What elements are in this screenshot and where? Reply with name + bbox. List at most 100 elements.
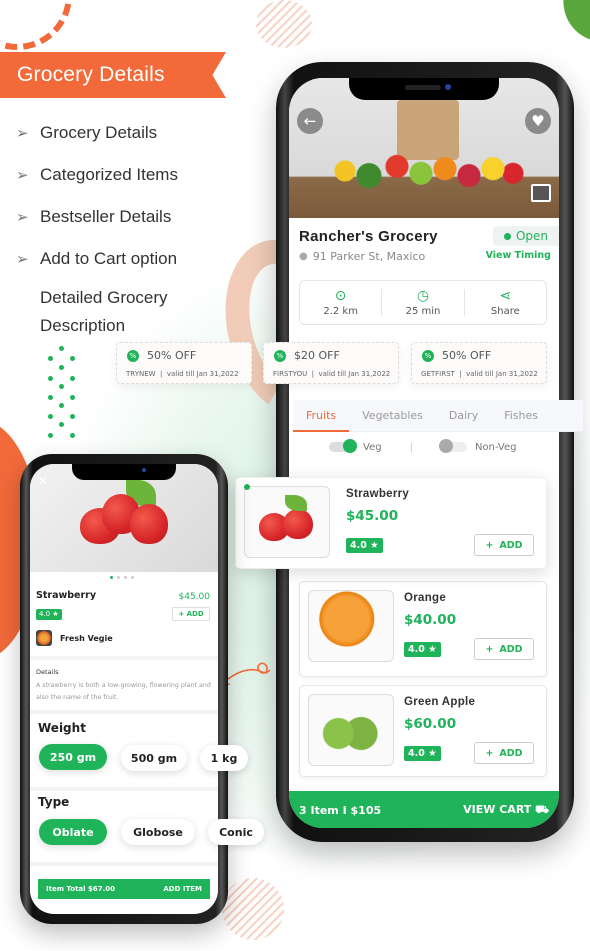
- gallery-icon[interactable]: [531, 184, 551, 202]
- view-timing-link[interactable]: View Timing: [486, 250, 551, 261]
- category-tabs: Fruits Vegetables Dairy Fishes: [293, 400, 583, 432]
- add-button[interactable]: + ADD: [474, 742, 534, 764]
- coupon-card[interactable]: % 50% OFF GETFIRST | valid till Jan 31,2…: [411, 342, 547, 384]
- cart-icon: ⛟: [535, 802, 549, 816]
- feature-list: ➢ Grocery Details ➢ Categorized Items ➢ Bes…: [16, 112, 178, 340]
- status-badge: Open: [493, 226, 559, 246]
- star-icon: ★: [52, 610, 59, 618]
- coupon-terms: TRYNEW | valid till Jan 31,2022: [126, 370, 239, 378]
- star-icon: ★: [428, 748, 437, 759]
- heart-icon: ♥: [531, 112, 545, 130]
- location-pin-icon: ⊙: [334, 287, 347, 304]
- view-cart-bar[interactable]: 3 Item I $105 VIEW CART ⛟: [289, 791, 559, 828]
- non-veg-toggle[interactable]: [438, 439, 467, 453]
- product-price: $45.00: [178, 592, 211, 602]
- strawberry-image: [244, 486, 330, 558]
- product-card[interactable]: Orange $40.00 4.0 ★ + ADD: [299, 581, 547, 677]
- product-card-highlighted[interactable]: Strawberry $45.00 4.0 ★ + ADD: [235, 477, 547, 569]
- arrow-icon: ➢: [16, 167, 29, 184]
- camera-icon: [445, 84, 451, 90]
- location-pin-icon: ●: [299, 251, 308, 262]
- feature-label: Add to Cart option: [40, 249, 178, 268]
- weight-option-1kg[interactable]: 1 kg: [200, 745, 248, 771]
- coupon-title: 50% OFF: [147, 349, 197, 362]
- weight-heading: Weight: [38, 721, 86, 735]
- feature-item: Detailed Grocery: [16, 284, 178, 312]
- product-price: $60.00: [404, 716, 457, 732]
- weight-option-250gm[interactable]: 250 gm: [39, 744, 107, 770]
- feature-item: Description: [16, 312, 178, 340]
- back-button[interactable]: ←: [297, 108, 323, 134]
- status-dot-icon: [503, 232, 511, 240]
- orange-image: [308, 590, 394, 662]
- phone-notch: [72, 464, 176, 480]
- store-address: ● 91 Parker St, Maxico: [299, 250, 425, 263]
- decorative-striped-circle: [256, 0, 312, 48]
- coupon-terms: FIRSTYOU | valid till Jan 31,2022: [273, 370, 391, 378]
- stat-time: ◷ 25 min: [382, 287, 465, 317]
- store-stats: ⊙ 2.2 km ◷ 25 min ⋖ Share: [299, 280, 547, 325]
- carousel-dots: [110, 576, 134, 579]
- veg-toggle[interactable]: [329, 439, 357, 453]
- add-item-bar[interactable]: Item Total $67.00 ADD ITEM: [38, 879, 210, 899]
- type-option-oblate[interactable]: Oblate: [39, 819, 107, 845]
- weight-option-500gm[interactable]: 500 gm: [121, 745, 187, 771]
- item-total: Item Total $67.00: [46, 885, 116, 893]
- product-name: Strawberry: [36, 590, 97, 601]
- clock-icon: ◷: [416, 287, 430, 304]
- type-option-globose[interactable]: Globose: [121, 819, 195, 845]
- camera-icon: [142, 468, 146, 472]
- add-button[interactable]: + ADD: [474, 534, 534, 556]
- phone-notch: [349, 78, 499, 100]
- rating-badge: 4.0 ★: [346, 538, 383, 553]
- tab-fishes[interactable]: Fishes: [491, 400, 551, 432]
- discount-badge-icon: %: [274, 350, 286, 362]
- decorative-dots: [48, 346, 78, 446]
- details-heading: Details: [36, 668, 59, 676]
- plus-icon: +: [485, 747, 494, 759]
- tab-fruits[interactable]: Fruits: [293, 400, 350, 432]
- coupon-title: $20 OFF: [294, 349, 340, 362]
- fruits-image: [325, 148, 525, 194]
- view-cart-button[interactable]: VIEW CART ⛟: [463, 803, 549, 818]
- seller-thumbnail: [36, 630, 52, 646]
- decorative-dashed-ring: [0, 0, 72, 50]
- feature-item: ➢ Categorized Items: [16, 154, 178, 196]
- product-card[interactable]: Green Apple $60.00 4.0 ★ + ADD: [299, 685, 547, 777]
- favorite-button[interactable]: ♥: [525, 108, 551, 134]
- share-icon: ⋖: [499, 287, 512, 304]
- product-name: Orange: [404, 592, 447, 604]
- discount-badge-icon: %: [422, 350, 434, 362]
- add-item-button[interactable]: ADD ITEM: [163, 885, 202, 893]
- feature-item: ➢ Add to Cart option: [16, 238, 178, 280]
- arrow-icon: ➢: [16, 125, 29, 142]
- store-name: Rancher's Grocery: [299, 228, 438, 245]
- product-name: Green Apple: [404, 696, 476, 708]
- share-button[interactable]: ⋖ Share: [465, 287, 546, 317]
- stat-distance: ⊙ 2.2 km: [300, 287, 383, 317]
- close-icon[interactable]: ✕: [38, 474, 48, 488]
- tab-vegetables[interactable]: Vegetables: [349, 400, 436, 432]
- coupon-card[interactable]: % $20 OFF FIRSTYOU | valid till Jan 31,2…: [263, 342, 399, 384]
- add-button[interactable]: + ADD: [172, 607, 210, 621]
- rating-badge: 4.0 ★: [36, 609, 62, 620]
- stat-label: Share: [490, 305, 520, 317]
- coupon-card[interactable]: % 50% OFF TRYNEW | valid till Jan 31,202…: [116, 342, 252, 384]
- divider: [30, 787, 218, 791]
- product-hero-image: ✕: [30, 464, 218, 572]
- type-option-conic[interactable]: Conic: [208, 819, 264, 845]
- arrow-icon: ➢: [16, 251, 29, 268]
- feature-label: Description: [40, 316, 126, 335]
- add-button[interactable]: + ADD: [474, 638, 534, 660]
- product-detail-screen: ✕ Strawberry $45.00 4.0 ★ + ADD Fresh Ve…: [30, 464, 218, 914]
- product-price: $45.00: [346, 508, 399, 524]
- coupon-title: 50% OFF: [442, 349, 492, 362]
- veg-filter-row: Veg | Non-Veg: [329, 438, 529, 456]
- plus-icon: +: [485, 643, 494, 655]
- cart-summary: 3 Item I $105: [299, 803, 382, 817]
- tab-dairy[interactable]: Dairy: [436, 400, 491, 432]
- coupon-terms: GETFIRST | valid till Jan 31,2022: [421, 370, 538, 378]
- veg-indicator-icon: [244, 484, 250, 490]
- discount-badge-icon: %: [127, 350, 139, 362]
- star-icon: ★: [428, 644, 437, 655]
